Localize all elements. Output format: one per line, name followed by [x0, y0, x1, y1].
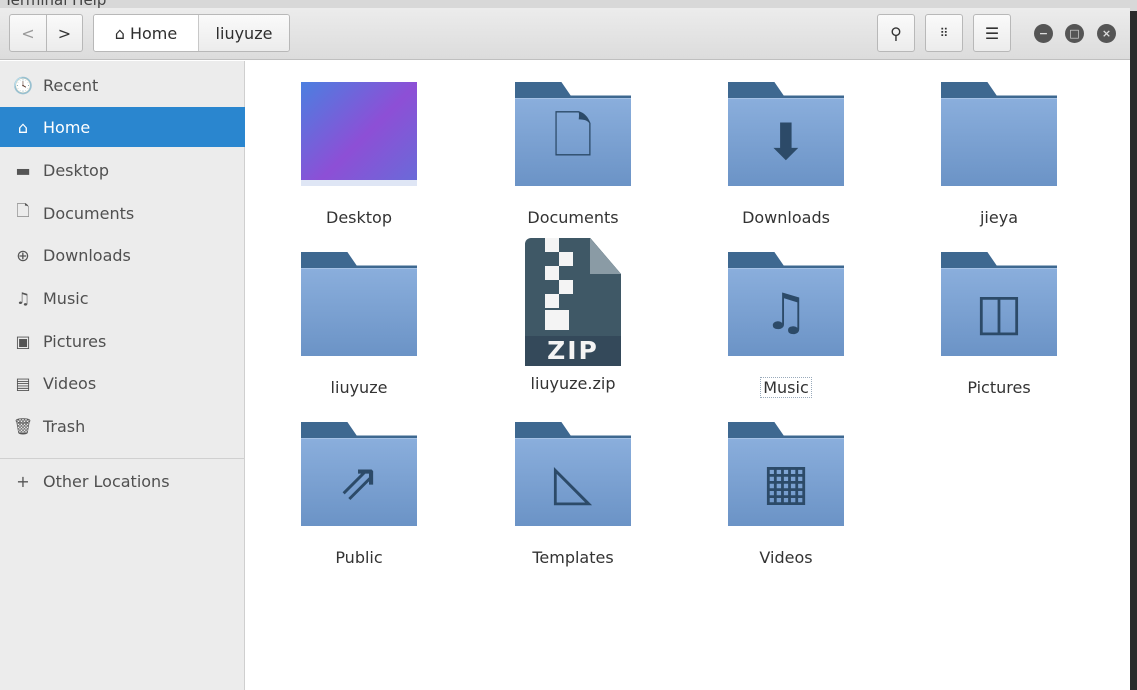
file-label: Templates [532, 548, 614, 567]
sidebar-item-other-locations[interactable]: + Other Locations [0, 461, 245, 501]
file-label: liuyuze.zip [530, 374, 616, 393]
sidebar: 🕓 Recent ⌂ Home ▬ Desktop 🗋 Documents ⊕ Downl… [0, 61, 245, 690]
sidebar-item-label: Home [43, 117, 91, 137]
download-icon: ⊕ [16, 245, 30, 265]
share-icon: ⇗ [338, 453, 380, 511]
zip-archive-icon: ZIP [525, 238, 621, 366]
sidebar-item-label: Downloads [43, 245, 131, 265]
file-item-pictures[interactable]: ◫ Pictures [909, 252, 1089, 397]
file-label: Downloads [742, 208, 830, 227]
plus-icon: + [16, 471, 30, 491]
breadcrumb-liuyuze[interactable]: liuyuze [199, 15, 289, 51]
hamburger-menu-icon: ☰ [984, 23, 1000, 43]
file-label-text: Music [760, 377, 812, 398]
sidebar-item-documents[interactable]: 🗋 Documents [0, 193, 245, 233]
film-icon: ▦ [762, 453, 810, 511]
search-button[interactable]: ⚲ [877, 14, 915, 52]
file-manager-window: < > ⌂ Home liuyuze ⚲ ⠿ ☰ − □ × 🕓 Recent ⌂ H… [0, 8, 1130, 690]
file-label: Pictures [967, 378, 1031, 397]
zip-badge: ZIP [525, 336, 621, 366]
download-icon: ⬇ [765, 113, 807, 171]
sidebar-item-pictures[interactable]: ▣ Pictures [0, 321, 245, 361]
desktop-icon: ▬ [15, 160, 31, 180]
sidebar-item-downloads[interactable]: ⊕ Downloads [0, 235, 245, 275]
folder-icon: ◫ [941, 252, 1057, 356]
music-icon: ♫ [763, 283, 809, 341]
file-label: Desktop [326, 208, 392, 227]
folder-icon: ⇗ [301, 422, 417, 526]
file-label: Videos [759, 548, 813, 567]
sidebar-item-desktop[interactable]: ▬ Desktop [0, 150, 245, 190]
sidebar-item-videos[interactable]: ▤ Videos [0, 363, 245, 403]
sidebar-item-label: Recent [43, 75, 99, 95]
minimize-icon[interactable]: − [1034, 24, 1053, 43]
sidebar-item-label: Music [43, 288, 89, 308]
file-item-downloads[interactable]: ⬇ Downloads [696, 82, 876, 227]
breadcrumb-home-label: Home [129, 23, 178, 43]
file-item-templates[interactable]: ◺ Templates [483, 422, 663, 567]
desktop-thumbnail [301, 82, 417, 186]
file-label: liuyuze [330, 378, 388, 397]
sidebar-item-label: Documents [43, 203, 135, 223]
file-item-liuyuze[interactable]: liuyuze [269, 252, 449, 397]
folder-icon: ⬇ [728, 82, 844, 186]
home-icon: ⌂ [114, 23, 125, 43]
videos-icon: ▤ [15, 373, 31, 393]
file-label: Documents [527, 208, 619, 227]
pictures-icon: ◫ [975, 283, 1023, 341]
folder-icon: ♫ [728, 252, 844, 356]
folder-icon: ◺ [515, 422, 631, 526]
file-label: jieya [979, 208, 1018, 227]
template-icon: ◺ [553, 453, 593, 511]
file-item-videos[interactable]: ▦ Videos [696, 422, 876, 567]
file-item-liuyuze-zip[interactable]: ZIP liuyuze.zip [483, 238, 663, 393]
pictures-icon: ▣ [15, 331, 31, 351]
folder-icon [301, 252, 417, 356]
file-item-desktop[interactable]: Desktop [269, 82, 449, 227]
folder-icon [941, 82, 1057, 186]
folder-icon: 🗋 [515, 82, 631, 186]
search-icon: ⚲ [890, 23, 902, 43]
breadcrumb-home[interactable]: ⌂ Home [94, 15, 199, 51]
file-item-jieya[interactable]: jieya [909, 82, 1089, 227]
file-item-documents[interactable]: 🗋 Documents [483, 82, 663, 227]
sidebar-item-label: Desktop [43, 160, 109, 180]
home-icon: ⌂ [17, 117, 29, 137]
sidebar-item-label: Pictures [43, 331, 107, 351]
recent-icon: 🕓 [13, 75, 33, 95]
music-icon: ♫ [15, 288, 31, 308]
sidebar-item-music[interactable]: ♫ Music [0, 278, 245, 318]
folder-icon: ▦ [728, 422, 844, 526]
file-label: Public [335, 548, 383, 567]
breadcrumb: ⌂ Home liuyuze [93, 14, 290, 52]
grid-view-icon: ⠿ [939, 26, 949, 40]
document-icon: 🗋 [16, 200, 30, 220]
menu-button[interactable]: ☰ [973, 14, 1011, 52]
forward-button[interactable]: > [46, 14, 83, 52]
close-icon[interactable]: × [1097, 24, 1116, 43]
header-bar: < > ⌂ Home liuyuze ⚲ ⠿ ☰ − □ × [0, 8, 1130, 60]
file-item-public[interactable]: ⇗ Public [269, 422, 449, 567]
document-icon: 🗋 [552, 106, 594, 165]
sidebar-item-trash[interactable]: 🗑 Trash [0, 406, 245, 446]
sidebar-divider [0, 458, 245, 459]
file-label: Music [696, 377, 876, 398]
sidebar-item-recent[interactable]: 🕓 Recent [0, 65, 245, 105]
sidebar-item-label: Trash [43, 416, 86, 436]
view-toggle-button[interactable]: ⠿ [925, 14, 963, 52]
trash-icon: 🗑 [12, 416, 34, 436]
file-item-music[interactable]: ♫ Music [696, 252, 876, 398]
sidebar-item-home[interactable]: ⌂ Home [0, 107, 245, 147]
maximize-icon[interactable]: □ [1065, 24, 1084, 43]
sidebar-item-label: Videos [43, 373, 97, 393]
back-button[interactable]: < [9, 14, 47, 52]
sidebar-item-label: Other Locations [43, 471, 170, 491]
